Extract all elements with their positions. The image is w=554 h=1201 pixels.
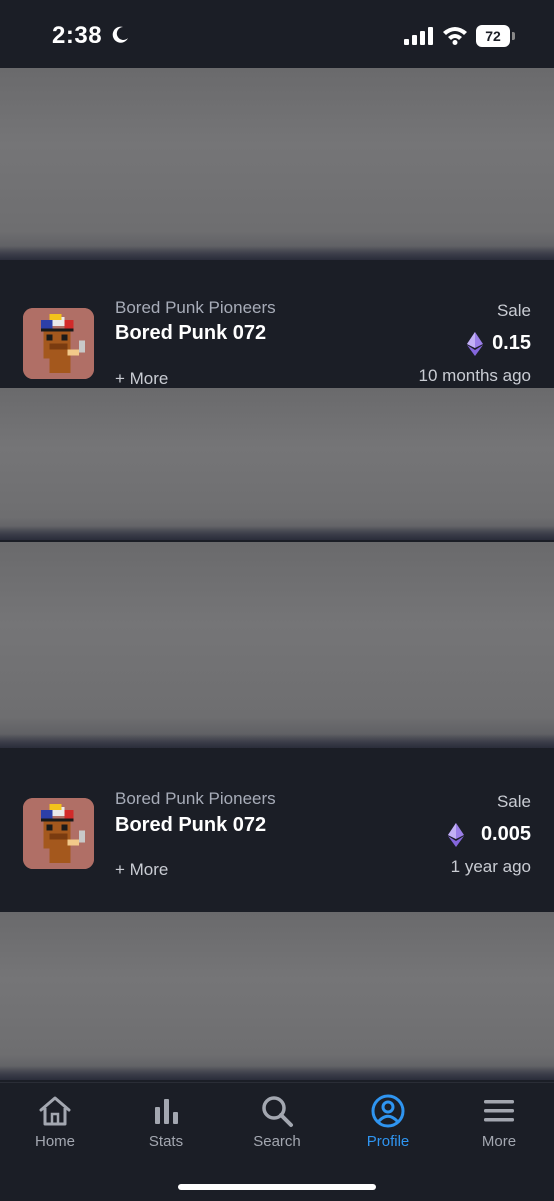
- activity-row[interactable]: Bored Punk Pioneers Bored Punk 072 + Mor…: [0, 262, 554, 388]
- activity-type: Sale: [496, 301, 531, 320]
- sale-price: 0.15: [492, 332, 531, 354]
- item-name[interactable]: Bored Punk 072: [115, 814, 266, 837]
- cellular-signal-icon: [404, 27, 433, 45]
- tab-more[interactable]: More: [444, 1083, 554, 1163]
- tab-label: Stats: [148, 1133, 184, 1150]
- profile-icon: [371, 1094, 405, 1128]
- media-image[interactable]: [0, 388, 554, 540]
- battery-indicator: 72: [476, 25, 516, 47]
- menu-icon: [484, 1100, 514, 1122]
- tab-label: More: [481, 1133, 517, 1150]
- pixel-punk-image: [23, 308, 94, 379]
- tab-stats[interactable]: Stats: [111, 1083, 221, 1163]
- status-bar: 2:38 72: [0, 0, 554, 68]
- battery-cap: [512, 32, 515, 40]
- status-time: 2:38: [52, 22, 103, 49]
- tab-label: Home: [34, 1133, 75, 1150]
- pixel-punk-image: [23, 798, 94, 869]
- home-icon: [39, 1096, 71, 1126]
- tab-label: Search: [253, 1133, 301, 1150]
- time-ago: 10 months ago: [418, 366, 531, 385]
- collection-name[interactable]: Bored Punk Pioneers: [115, 789, 276, 809]
- ethereum-icon: [467, 332, 483, 356]
- activity-row[interactable]: Bored Punk Pioneers Bored Punk 072 + Mor…: [0, 752, 554, 912]
- more-link[interactable]: + More: [115, 369, 168, 389]
- ethereum-icon: [448, 823, 464, 847]
- search-icon: [262, 1096, 293, 1127]
- moon-icon: [112, 26, 128, 43]
- tab-profile[interactable]: Profile: [333, 1083, 443, 1163]
- media-image[interactable]: [0, 912, 554, 1080]
- tab-home[interactable]: Home: [0, 1083, 110, 1163]
- activity-type: Sale: [496, 792, 531, 811]
- nft-thumbnail[interactable]: [23, 308, 94, 379]
- more-link[interactable]: + More: [115, 860, 168, 880]
- item-name[interactable]: Bored Punk 072: [115, 322, 266, 345]
- media-image[interactable]: [0, 68, 554, 260]
- stats-icon: [155, 1099, 178, 1124]
- tab-search[interactable]: Search: [222, 1083, 332, 1163]
- home-indicator[interactable]: [178, 1184, 376, 1190]
- sale-price: 0.005: [480, 823, 531, 845]
- collection-name[interactable]: Bored Punk Pioneers: [115, 298, 276, 318]
- nft-thumbnail[interactable]: [23, 798, 94, 869]
- wifi-icon: [443, 27, 467, 45]
- battery-level: 72: [476, 25, 510, 47]
- media-image[interactable]: [0, 542, 554, 748]
- time-ago: 1 year ago: [450, 857, 531, 876]
- tab-label: Profile: [366, 1133, 410, 1150]
